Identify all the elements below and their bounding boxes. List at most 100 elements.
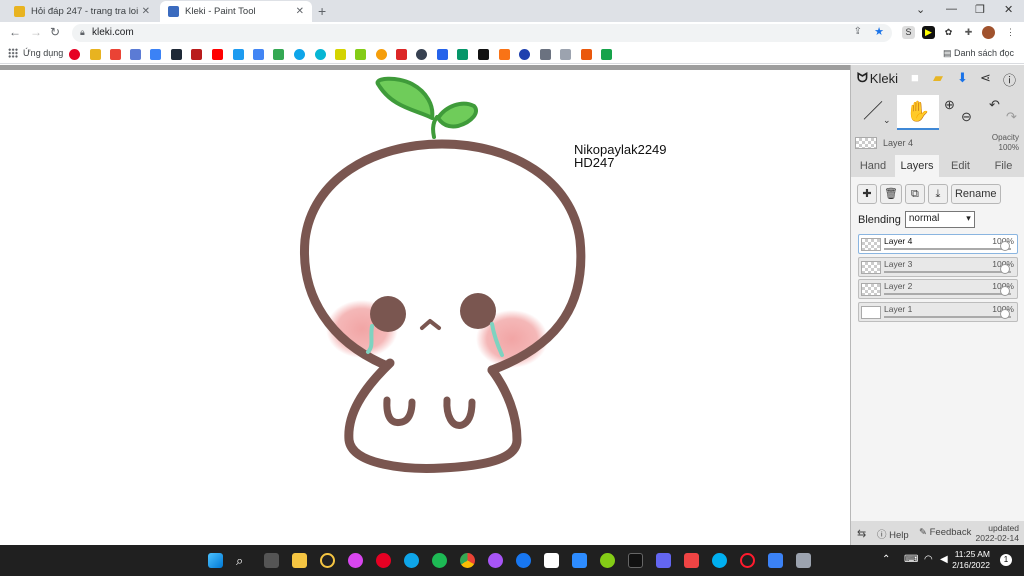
bookmark-icon[interactable] <box>273 49 284 60</box>
tab-kleki[interactable]: Kleki - Paint Tool ✕ <box>160 1 312 22</box>
chrome-icon[interactable] <box>460 553 475 568</box>
app-icon[interactable] <box>656 553 671 568</box>
google-bookmark-icon[interactable] <box>253 49 264 60</box>
zoom-app-icon[interactable] <box>572 553 587 568</box>
meet-bookmark-icon[interactable] <box>601 49 612 60</box>
duplicate-layer-button[interactable]: ⧉ <box>904 184 925 204</box>
headphones-bookmark-icon[interactable] <box>416 49 427 60</box>
restore-icon[interactable]: ❐ <box>975 3 985 16</box>
bookmark-icon[interactable] <box>130 49 141 60</box>
share-icon[interactable]: ⋖ <box>980 70 991 86</box>
extension-s-icon[interactable]: S <box>902 26 915 39</box>
feedback-link[interactable]: ✎ Feedback <box>919 527 971 538</box>
layer-item-3[interactable]: Layer 3 100% <box>858 257 1018 277</box>
app-icon[interactable] <box>320 553 335 568</box>
apps-shortcut[interactable]: Ứng dụng <box>8 48 63 58</box>
minimize-icon[interactable]: — <box>946 3 957 15</box>
download-icon[interactable]: ⬇ <box>957 70 968 86</box>
bookmark-icon[interactable] <box>457 49 468 60</box>
spotify-icon[interactable] <box>432 553 447 568</box>
bookmark-icon[interactable] <box>171 49 182 60</box>
menu-dots-icon[interactable]: ⋮ <box>1004 26 1017 39</box>
tab-edit[interactable]: Edit <box>939 155 982 177</box>
slider-knob[interactable] <box>1000 241 1010 251</box>
bookmark-icon[interactable] <box>294 49 305 60</box>
new-tab-plus-icon[interactable]: + <box>318 3 326 19</box>
blending-select[interactable]: normal ▾ <box>904 211 975 228</box>
translate-bookmark-icon[interactable] <box>150 49 161 60</box>
tab-search-chevron-icon[interactable]: ⌄ <box>916 3 925 16</box>
bookmark-star-icon[interactable]: ★ <box>874 25 884 38</box>
open-folder-icon[interactable]: ▰ <box>933 70 943 86</box>
skype-icon[interactable] <box>712 553 727 568</box>
pinterest-icon[interactable] <box>376 553 391 568</box>
bookmark-icon[interactable] <box>376 49 387 60</box>
extension-arrow-icon[interactable]: ▶ <box>922 26 935 39</box>
app-icon[interactable] <box>600 553 615 568</box>
address-bar[interactable]: 🔒︎ kleki.com ⇪ ★ <box>72 24 892 42</box>
edge-icon[interactable] <box>404 553 419 568</box>
extension-paw-icon[interactable]: ✿ <box>942 26 955 39</box>
rename-button[interactable]: Rename <box>950 184 1001 204</box>
tab-file[interactable]: File <box>982 155 1024 177</box>
messenger-icon[interactable] <box>488 553 503 568</box>
close-icon[interactable]: ✕ <box>296 6 304 17</box>
file-explorer-icon[interactable] <box>292 553 307 568</box>
youtube-bookmark-icon[interactable] <box>212 49 223 60</box>
camera-icon[interactable] <box>796 553 811 568</box>
profile-avatar-icon[interactable] <box>982 26 995 39</box>
layer-opacity-slider[interactable] <box>884 309 1011 319</box>
bookmark-icon[interactable] <box>437 49 448 60</box>
hand-tool[interactable]: ✋ <box>897 95 939 130</box>
keyboard-icon[interactable]: ⌨ <box>904 554 918 565</box>
window-close-icon[interactable]: ✕ <box>1004 3 1013 16</box>
tab-layers[interactable]: Layers <box>895 155 939 177</box>
hoidap-bookmark-icon[interactable] <box>90 49 101 60</box>
reload-icon[interactable]: ↻ <box>50 25 60 39</box>
opera-icon[interactable] <box>740 553 755 568</box>
layer-opacity-slider[interactable] <box>884 241 1011 251</box>
slider-knob[interactable] <box>1000 309 1010 319</box>
zoom-out-icon[interactable]: ⊖ <box>961 109 972 125</box>
kleki-logo[interactable]: ᗢ Kleki <box>857 70 898 86</box>
clock[interactable]: 11:25 AM 2/16/2022 <box>952 549 990 571</box>
app-icon[interactable] <box>768 553 783 568</box>
back-arrow-icon[interactable]: ← <box>9 25 21 39</box>
add-layer-button[interactable]: ✚ <box>857 184 877 204</box>
layer-item-1[interactable]: Layer 1 100% <box>858 302 1018 322</box>
drawing-canvas[interactable] <box>2 70 850 545</box>
pinterest-bookmark-icon[interactable] <box>69 49 80 60</box>
task-view-icon[interactable] <box>264 553 279 568</box>
layer-opacity-slider[interactable] <box>884 286 1011 296</box>
notification-badge[interactable]: 1 <box>1000 554 1012 566</box>
app-icon[interactable] <box>628 553 643 568</box>
bookmark-icon[interactable] <box>191 49 202 60</box>
layer-item-4[interactable]: Layer 4 100% <box>858 234 1018 254</box>
new-image-icon[interactable]: ■ <box>911 70 919 85</box>
delete-layer-button[interactable]: 🗑︎ <box>880 184 902 204</box>
bookmark-icon[interactable] <box>560 49 571 60</box>
bookmark-icon[interactable] <box>396 49 407 60</box>
app-icon[interactable] <box>544 553 559 568</box>
extensions-puzzle-icon[interactable]: ✚ <box>962 26 975 39</box>
merge-layer-button[interactable]: ⤓ <box>927 184 948 204</box>
app-icon[interactable] <box>348 553 363 568</box>
twitter-bookmark-icon[interactable] <box>233 49 244 60</box>
help-link[interactable]: ⓘ Help <box>877 527 909 541</box>
forward-arrow-icon[interactable]: → <box>30 25 42 39</box>
reading-list[interactable]: ▤ Danh sách đọc <box>943 48 1014 59</box>
zoom-in-icon[interactable]: ⊕ <box>944 97 955 113</box>
windows-start-icon[interactable] <box>208 553 223 568</box>
bookmark-icon[interactable] <box>540 49 551 60</box>
gmail-bookmark-icon[interactable] <box>110 49 121 60</box>
bookmark-icon[interactable] <box>499 49 510 60</box>
layer-item-2[interactable]: Layer 2 100% <box>858 279 1018 299</box>
wifi-icon[interactable]: ◠ <box>924 554 933 565</box>
slider-knob[interactable] <box>1000 286 1010 296</box>
chevron-up-icon[interactable]: ⌃ <box>882 554 890 565</box>
volume-icon[interactable]: ◀ <box>940 554 948 565</box>
bookmark-icon[interactable] <box>335 49 346 60</box>
bookmark-icon[interactable] <box>478 49 489 60</box>
layer-opacity-slider[interactable] <box>884 264 1011 274</box>
slider-knob[interactable] <box>1000 264 1010 274</box>
